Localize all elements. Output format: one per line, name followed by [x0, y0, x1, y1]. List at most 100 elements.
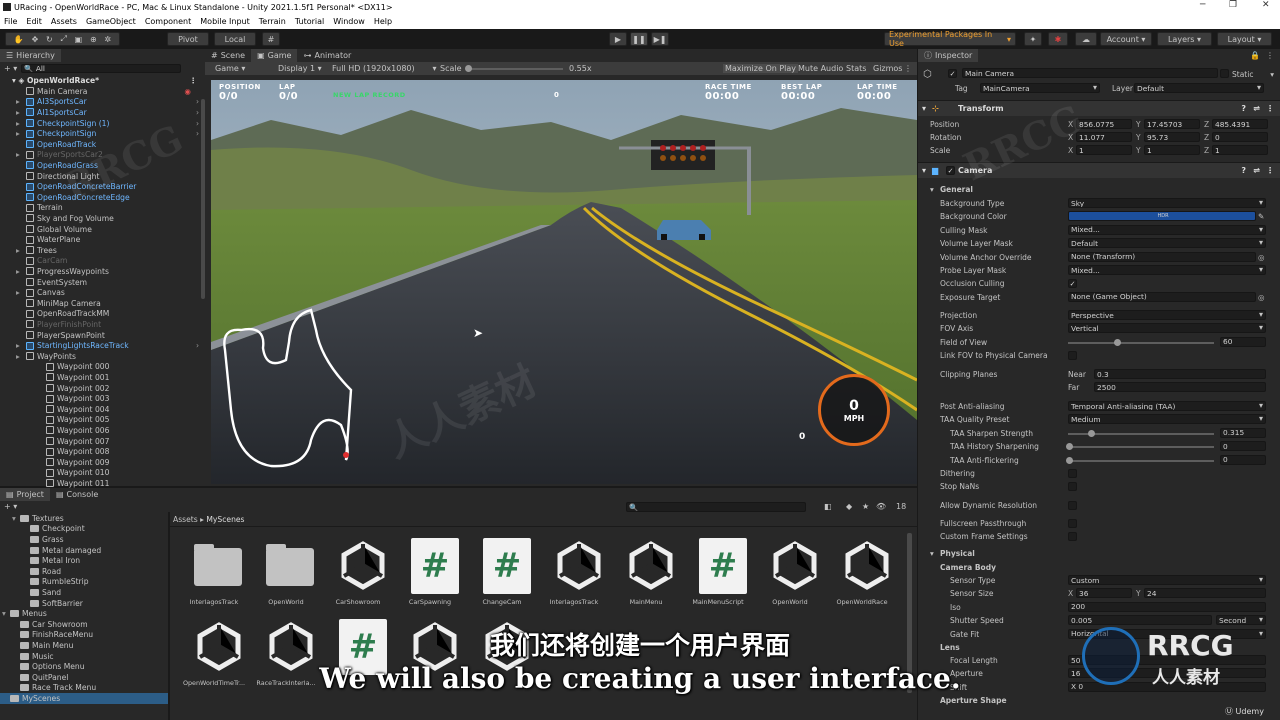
foldout-arrow-icon[interactable]: ▾: [922, 166, 926, 175]
hierarchy-item[interactable]: ▸ StartingLightsRaceTrack ›: [0, 340, 205, 351]
maximize-icon[interactable]: ❐: [1229, 0, 1237, 10]
hierarchy-item[interactable]: OpenRoadTrack: [0, 139, 205, 150]
expand-arrow-icon[interactable]: ▸: [16, 267, 20, 276]
favorite-icon[interactable]: ★: [862, 502, 869, 511]
breadcrumb-assets[interactable]: Assets: [173, 515, 198, 524]
hierarchy-item[interactable]: OpenRoadTrackMM: [0, 309, 205, 320]
hierarchy-search-input[interactable]: 🔍 All: [21, 64, 182, 73]
menu-item-edit[interactable]: Edit: [26, 17, 42, 26]
menu-item-assets[interactable]: Assets: [51, 17, 77, 26]
tab-hierarchy[interactable]: ☰ Hierarchy: [0, 49, 61, 62]
project-search-input[interactable]: 🔍: [626, 502, 806, 512]
panel-menu-icon[interactable]: ⋮: [904, 64, 912, 73]
hierarchy-item[interactable]: Waypoint 004: [0, 404, 205, 415]
scene-menu-icon[interactable]: ⋮: [189, 76, 197, 85]
pivot-toggle[interactable]: Pivot: [167, 32, 209, 46]
hierarchy-item[interactable]: Waypoint 003: [0, 393, 205, 404]
hierarchy-item[interactable]: OpenRoadConcreteEdge: [0, 192, 205, 203]
camera-prop-checkbox[interactable]: ✓: [1068, 279, 1077, 289]
hierarchy-item[interactable]: ▸ Canvas: [0, 287, 205, 298]
tab-console[interactable]: ▤ Console: [50, 488, 104, 501]
eyedropper-icon[interactable]: ✎: [1258, 212, 1264, 221]
game-viewport[interactable]: POSITION 0/0 LAP 0/0 NEW LAP RECORD 0 RA…: [211, 80, 917, 484]
asset-item[interactable]: OpenWorldRace: [828, 534, 896, 609]
prefab-open-icon[interactable]: ›: [196, 119, 199, 128]
prefab-open-icon[interactable]: ›: [196, 129, 199, 138]
display-dropdown[interactable]: Display 1 ▾: [278, 64, 322, 73]
layers-dropdown[interactable]: Layers ▾: [1157, 32, 1212, 46]
tag-dropdown[interactable]: MainCamera: [980, 83, 1100, 93]
component-menu-icon[interactable]: ⋮: [1266, 166, 1274, 175]
hidden-packages-icon[interactable]: 👁: [876, 502, 886, 511]
hierarchy-item[interactable]: OpenRoadGrass: [0, 160, 205, 171]
close-icon[interactable]: ✕: [1262, 0, 1270, 10]
help-icon[interactable]: ?: [1241, 166, 1246, 175]
help-icon[interactable]: ?: [1241, 104, 1246, 113]
active-checkbox[interactable]: ✓: [948, 69, 957, 78]
physical-prop-y-field[interactable]: 24: [1144, 588, 1266, 599]
hierarchy-item[interactable]: Waypoint 007: [0, 436, 205, 447]
hierarchy-item[interactable]: Main Camera ◉: [0, 86, 205, 97]
hierarchy-item[interactable]: ▸ AI3SportsCar ›: [0, 97, 205, 108]
account-dropdown[interactable]: Account ▾: [1100, 32, 1152, 46]
inspector-menu-icon[interactable]: ⋮: [1266, 51, 1274, 60]
aa-prop-dropdown[interactable]: Temporal Anti-aliasing (TAA): [1068, 401, 1266, 411]
far-field[interactable]: 2500: [1094, 382, 1266, 392]
tab-scene[interactable]: # Scene: [205, 49, 251, 62]
project-folder-item[interactable]: SoftBarrier: [0, 598, 168, 609]
project-folder-item[interactable]: Metal Iron: [0, 555, 168, 566]
presets-icon[interactable]: ⇌: [1253, 166, 1260, 175]
transform-tools[interactable]: ✋ ✥ ↻ ⤢ ▣ ⊕ ✲: [5, 32, 120, 46]
hierarchy-item[interactable]: Waypoint 002: [0, 383, 205, 394]
physical-prop-dropdown[interactable]: Custom: [1068, 575, 1266, 585]
camera-prop-object-field[interactable]: None (Transform): [1068, 251, 1256, 262]
menu-item-gameobject[interactable]: GameObject: [86, 17, 136, 26]
hierarchy-item[interactable]: ▸ CheckpointSign ›: [0, 128, 205, 139]
object-name-input[interactable]: Main Camera: [962, 68, 1218, 78]
project-folder-item[interactable]: Road: [0, 566, 168, 577]
hierarchy-item[interactable]: Waypoint 006: [0, 425, 205, 436]
misc-prop-checkbox[interactable]: [1068, 501, 1077, 510]
expand-arrow-icon[interactable]: ▸: [16, 129, 20, 138]
add-object-button[interactable]: + ▾: [4, 64, 17, 73]
camera-prop-dropdown[interactable]: Sky: [1068, 198, 1266, 208]
expand-arrow-icon[interactable]: ▸: [16, 352, 20, 361]
rotation-y-field[interactable]: 95.73: [1144, 132, 1200, 142]
camera-prop-dropdown[interactable]: Mixed...: [1068, 265, 1266, 275]
camera-prop-dropdown[interactable]: Mixed...: [1068, 224, 1266, 235]
menu-item-component[interactable]: Component: [145, 17, 191, 26]
asset-item[interactable]: CarShowroom: [324, 534, 392, 609]
hierarchy-item[interactable]: Waypoint 000: [0, 362, 205, 373]
expand-arrow-icon[interactable]: ▸: [16, 119, 20, 128]
physical-prop-field[interactable]: 200: [1068, 601, 1266, 612]
hierarchy-item[interactable]: ▸ PlayerSportsCar2: [0, 150, 205, 161]
hierarchy-item[interactable]: MiniMap Camera: [0, 298, 205, 309]
tab-animator[interactable]: ⊶ Animator: [297, 49, 357, 62]
aa-prop-slider-track[interactable]: [1068, 446, 1214, 449]
scale-x-field[interactable]: 1: [1076, 145, 1132, 155]
maximize-on-play-toggle[interactable]: Maximize On Play: [723, 64, 799, 73]
services-icon[interactable]: ✱: [1048, 32, 1068, 46]
expand-arrow-icon[interactable]: ▸: [16, 246, 20, 255]
scale-y-field[interactable]: 1: [1144, 145, 1200, 155]
asset-item[interactable]: MainMenu: [612, 534, 680, 609]
play-button[interactable]: ▶: [609, 32, 627, 46]
hierarchy-item[interactable]: OpenRoadConcreteBarrier: [0, 181, 205, 192]
physical-prop-unit-dropdown[interactable]: Second: [1216, 615, 1266, 626]
prefab-open-icon[interactable]: ›: [196, 97, 199, 106]
misc-prop-checkbox[interactable]: [1068, 482, 1077, 491]
hierarchy-item[interactable]: ▸ Trees: [0, 245, 205, 256]
misc-prop-checkbox[interactable]: [1068, 519, 1077, 528]
expand-arrow-icon[interactable]: ▸: [16, 150, 20, 159]
grid-snap-icon[interactable]: #: [262, 32, 280, 46]
gizmos-dropdown[interactable]: Gizmos: [873, 64, 902, 73]
component-menu-icon[interactable]: ⋮: [1266, 104, 1274, 113]
foldout-arrow-icon[interactable]: ▾: [922, 104, 926, 113]
hierarchy-item[interactable]: WaterPlane: [0, 234, 205, 245]
near-field[interactable]: 0.3: [1094, 369, 1266, 379]
move-tool-icon[interactable]: ✥: [32, 35, 39, 44]
menu-item-terrain[interactable]: Terrain: [259, 17, 286, 26]
scale-z-field[interactable]: 1: [1212, 145, 1268, 155]
aa-prop-value-field[interactable]: 0: [1220, 454, 1266, 465]
static-checkbox[interactable]: [1220, 69, 1229, 78]
